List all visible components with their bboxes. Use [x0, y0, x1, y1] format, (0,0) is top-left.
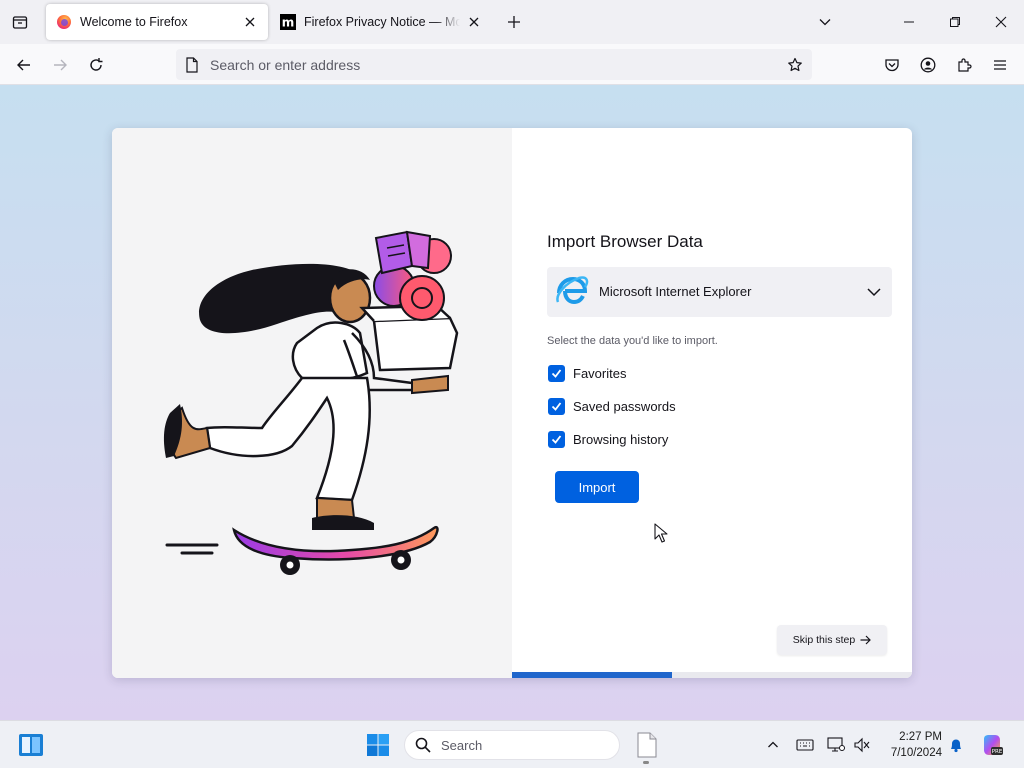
- hamburger-menu-icon: [994, 60, 1006, 70]
- page-icon: [186, 57, 198, 73]
- account-button[interactable]: [915, 52, 941, 78]
- close-icon: [995, 16, 1007, 28]
- import-button[interactable]: Import: [555, 471, 639, 503]
- navigation-toolbar: [0, 44, 1024, 85]
- favorites-label: Favorites: [573, 365, 627, 381]
- svg-text:m: m: [282, 16, 295, 30]
- saved-passwords-checkbox[interactable]: [548, 397, 565, 415]
- keyboard-icon: [796, 739, 814, 751]
- firefox-view-button[interactable]: [8, 10, 32, 34]
- forward-button[interactable]: [47, 52, 73, 78]
- taskbar-search[interactable]: Search: [404, 730, 620, 760]
- clock-time: 2:27 PM: [899, 731, 942, 743]
- bookmark-star-button[interactable]: [784, 54, 806, 76]
- selected-browser-label: Microsoft Internet Explorer: [599, 284, 752, 299]
- saved-passwords-option[interactable]: Saved passwords: [548, 396, 676, 416]
- saved-passwords-label: Saved passwords: [573, 398, 676, 414]
- address-input[interactable]: [210, 49, 770, 80]
- close-window-button[interactable]: [978, 0, 1024, 44]
- new-tab-button[interactable]: [503, 11, 525, 33]
- app-menu-button[interactable]: [987, 52, 1013, 78]
- page-content: Import Browser Data Microsoft Internet E…: [0, 85, 1024, 720]
- minimize-icon: [904, 21, 914, 23]
- address-bar[interactable]: [176, 49, 812, 80]
- firefox-icon: [57, 15, 71, 29]
- reload-icon: [90, 58, 103, 71]
- tab-title: Welcome to Firefox: [80, 15, 188, 29]
- import-heading: Import Browser Data: [547, 232, 703, 251]
- skip-step-button[interactable]: Skip this step: [777, 625, 887, 655]
- browser-select-dropdown[interactable]: Microsoft Internet Explorer: [547, 267, 892, 317]
- forward-arrow-icon: [54, 59, 67, 71]
- running-indicator: [643, 761, 649, 764]
- back-button[interactable]: [11, 52, 37, 78]
- list-all-tabs-button[interactable]: [814, 11, 836, 33]
- onboarding-progress-bar: [512, 672, 912, 678]
- internet-explorer-icon: [556, 276, 589, 305]
- tab-welcome[interactable]: Welcome to Firefox: [46, 4, 268, 40]
- import-panel: Import Browser Data Microsoft Internet E…: [512, 128, 912, 678]
- firefox-view-icon: [12, 16, 28, 29]
- import-hint: Select the data you'd like to import.: [547, 335, 718, 347]
- checkmark-icon: [551, 401, 562, 411]
- mouse-cursor-icon: [654, 523, 668, 543]
- chevron-up-icon: [768, 741, 778, 748]
- star-icon: [788, 57, 802, 72]
- volume-muted-icon: [854, 737, 870, 753]
- close-icon: [245, 17, 255, 27]
- puzzle-icon: [958, 58, 972, 72]
- widgets-icon[interactable]: [18, 733, 44, 757]
- account-icon: [920, 57, 936, 73]
- keyboard-button[interactable]: [795, 735, 815, 755]
- close-tab-button[interactable]: [466, 14, 482, 30]
- mozilla-m-icon: m: [280, 14, 296, 30]
- pocket-icon: [885, 59, 899, 72]
- onboarding-card: Import Browser Data Microsoft Internet E…: [112, 128, 912, 678]
- chevron-down-icon: [819, 19, 831, 26]
- favorites-option[interactable]: Favorites: [548, 363, 626, 383]
- chevron-down-icon: [867, 288, 881, 297]
- checkmark-icon: [551, 434, 562, 444]
- browsing-history-checkbox[interactable]: [548, 430, 565, 448]
- display-button[interactable]: [826, 735, 846, 755]
- tab-strip: Welcome to Firefox m Firefox Privacy Not…: [0, 0, 1024, 44]
- search-icon: [415, 737, 431, 753]
- browsing-history-label: Browsing history: [573, 431, 669, 447]
- restore-button[interactable]: [932, 0, 978, 44]
- back-arrow-icon: [17, 59, 30, 71]
- skip-step-label: Skip this step: [792, 634, 856, 646]
- plus-icon: [508, 16, 520, 28]
- notifications-button[interactable]: [946, 735, 966, 755]
- illustration-panel: [112, 128, 512, 678]
- arrow-right-icon: [860, 635, 872, 645]
- svg-text:PRE: PRE: [992, 749, 1003, 755]
- taskbar-clock[interactable]: 2:27 PM 7/10/2024: [870, 729, 942, 761]
- browsing-history-option[interactable]: Browsing history: [548, 429, 668, 449]
- bell-icon: [951, 739, 961, 753]
- skateboarder-illustration: [163, 230, 459, 575]
- reload-button[interactable]: [83, 52, 109, 78]
- progress-fill: [512, 672, 672, 678]
- extensions-button[interactable]: [951, 52, 977, 78]
- tab-title: Firefox Privacy Notice — Mozilla: [304, 15, 460, 29]
- minimize-button[interactable]: [886, 0, 932, 44]
- favorites-checkbox[interactable]: [548, 364, 565, 382]
- show-hidden-icons-button[interactable]: [763, 735, 783, 755]
- tab-privacy-notice[interactable]: m Firefox Privacy Notice — Mozilla: [270, 4, 492, 40]
- windows-start-icon[interactable]: [366, 733, 390, 757]
- close-icon: [469, 17, 479, 27]
- clock-date: 7/10/2024: [890, 747, 942, 759]
- taskbar-search-label: Search: [441, 738, 483, 753]
- pocket-button[interactable]: [879, 52, 905, 78]
- network-volume-button[interactable]: [852, 735, 872, 755]
- windows-taskbar: Search 2:27 PM 7/10/2024 PRE: [0, 720, 1024, 768]
- copilot-icon[interactable]: PRE: [980, 733, 1004, 757]
- file-app-icon[interactable]: [636, 732, 658, 758]
- restore-icon: [950, 17, 960, 27]
- monitor-icon: [827, 737, 845, 752]
- close-tab-button[interactable]: [242, 14, 258, 30]
- checkmark-icon: [551, 368, 562, 378]
